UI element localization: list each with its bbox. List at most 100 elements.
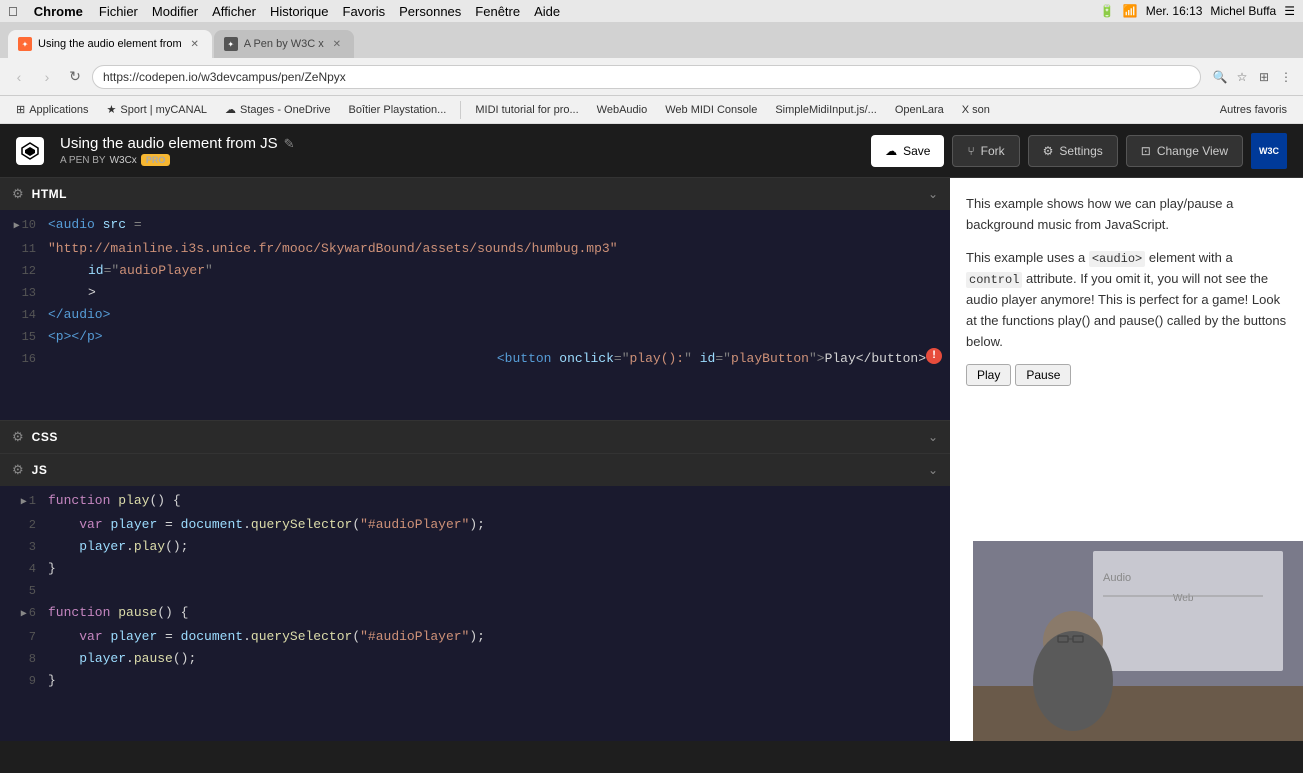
code-area: ⚙ HTML ⌄ ▶10 <audio src = 11 "http://mai… xyxy=(0,178,950,741)
menu-fichier[interactable]: Fichier xyxy=(99,4,138,19)
tab-close-inactive[interactable]: ✕ xyxy=(330,37,344,51)
bookmark-label: Sport | myCANAL xyxy=(120,104,207,116)
html-gear-icon[interactable]: ⚙ xyxy=(12,186,24,202)
bookmark-midi[interactable]: MIDI tutorial for pro... xyxy=(467,102,586,118)
line-number: ▶6 xyxy=(8,602,36,626)
bookmark-autres[interactable]: Autres favoris xyxy=(1212,102,1295,118)
bookmark-label: Web MIDI Console xyxy=(665,104,757,116)
bookmark-label: WebAudio xyxy=(597,104,648,116)
html-panel-header[interactable]: ⚙ HTML ⌄ xyxy=(0,178,950,210)
line-number: 15 xyxy=(8,326,36,348)
settings-button[interactable]: ⚙ Settings xyxy=(1028,135,1118,167)
bookmark-label: OpenLara xyxy=(895,104,944,116)
code-line-html-16: 16 <button onclick="play():" id="playBut… xyxy=(0,348,950,370)
gear-icon: ⚙ xyxy=(1043,144,1054,158)
bookmarks-bar: ⊞ Applications ★ Sport | myCANAL ☁ Stage… xyxy=(0,96,1303,124)
css-gear-icon[interactable]: ⚙ xyxy=(12,429,24,445)
bookmark-simplemidi[interactable]: SimpleMidiInput.js/... xyxy=(767,102,884,118)
change-view-button[interactable]: ⊡ Change View xyxy=(1126,135,1243,167)
svg-text:Web: Web xyxy=(1173,593,1194,604)
bookmark-applications[interactable]: ⊞ Applications xyxy=(8,101,97,118)
apple-menu[interactable]:  xyxy=(8,4,18,19)
fork-icon: ⑂ xyxy=(967,144,974,158)
bookmark-star-icon[interactable]: ☆ xyxy=(1233,68,1251,86)
back-button[interactable]: ‹ xyxy=(8,66,30,88)
extensions-icon[interactable]: ⊞ xyxy=(1255,68,1273,86)
line-number: 8 xyxy=(8,648,36,670)
js-panel-header[interactable]: ⚙ JS ⌄ xyxy=(0,454,950,486)
tab-favicon-active: ✦ xyxy=(18,37,32,51)
html-panel: ⚙ HTML ⌄ ▶10 <audio src = 11 "http://mai… xyxy=(0,178,950,421)
user-name: Michel Buffa xyxy=(1210,4,1276,18)
bookmark-webmidi[interactable]: Web MIDI Console xyxy=(657,102,765,118)
apps-icon: ⊞ xyxy=(16,103,25,116)
bookmark-openlara[interactable]: OpenLara xyxy=(887,102,952,118)
fork-button[interactable]: ⑂ Fork xyxy=(952,135,1019,167)
js-line-4: 4 } xyxy=(0,558,950,580)
preview-text-2: This example uses a <audio> element with… xyxy=(966,248,1287,353)
search-icon[interactable]: 🔍 xyxy=(1211,68,1229,86)
menu-modifier[interactable]: Modifier xyxy=(152,4,198,19)
preview-play-button[interactable]: Play xyxy=(966,364,1011,386)
line-number: 2 xyxy=(8,514,36,536)
line-number: 7 xyxy=(8,626,36,648)
preview-code-control: control xyxy=(966,272,1022,288)
js-line-5: 5 xyxy=(0,580,950,602)
tab-close-active[interactable]: ✕ xyxy=(188,37,202,51)
code-line-html-10: ▶10 <audio src = xyxy=(0,214,950,238)
js-panel: ⚙ JS ⌄ ▶1 function play() { 2 var player… xyxy=(0,454,950,741)
main-area: ⚙ HTML ⌄ ▶10 <audio src = 11 "http://mai… xyxy=(0,178,1303,741)
bookmark-boitier[interactable]: Boîtier Playstation... xyxy=(341,102,455,118)
edit-icon[interactable]: ✎ xyxy=(284,136,295,152)
html-chevron-icon[interactable]: ⌄ xyxy=(928,187,938,201)
menu-favoris[interactable]: Favoris xyxy=(343,4,386,19)
more-icon[interactable]: ⋮ xyxy=(1277,68,1295,86)
settings-label: Settings xyxy=(1059,144,1102,158)
forward-button[interactable]: › xyxy=(36,66,58,88)
html-code-content: ▶10 <audio src = 11 "http://mainline.i3s… xyxy=(0,210,950,420)
bookmark-label: X son xyxy=(962,104,990,116)
menu-aide[interactable]: Aide xyxy=(534,4,560,19)
line-number: 11 xyxy=(8,238,36,260)
preview-text-after1: element with a xyxy=(1145,250,1232,265)
codepen-logo[interactable] xyxy=(16,137,44,165)
codepen-subtitle: A PEN BY W3Cx PRO xyxy=(60,154,295,166)
js-code-content: ▶1 function play() { 2 var player = docu… xyxy=(0,486,950,741)
bookmark-sport[interactable]: ★ Sport | myCANAL xyxy=(99,101,215,118)
css-panel: ⚙ CSS ⌄ xyxy=(0,421,950,454)
js-gear-icon[interactable]: ⚙ xyxy=(12,462,24,478)
bookmark-webaudio[interactable]: WebAudio xyxy=(589,102,656,118)
js-line-9: 9 } xyxy=(0,670,950,692)
menu-items: Fichier Modifier Afficher Historique Fav… xyxy=(99,4,560,19)
js-chevron-icon[interactable]: ⌄ xyxy=(928,463,938,477)
error-indicator: ! xyxy=(926,348,942,364)
line-number: ▶1 xyxy=(8,490,36,514)
menu-afficher[interactable]: Afficher xyxy=(212,4,256,19)
code-line-html-12: 12 id="audioPlayer" xyxy=(0,260,950,282)
address-text: https://codepen.io/w3devcampus/pen/ZeNpy… xyxy=(103,70,346,84)
menu-personnes[interactable]: Personnes xyxy=(399,4,461,19)
save-button[interactable]: ☁ Save xyxy=(871,135,944,167)
refresh-button[interactable]: ↻ xyxy=(64,66,86,88)
tab-inactive[interactable]: ✦ A Pen by W3C x ✕ xyxy=(214,30,354,58)
menu-fenetre[interactable]: Fenêtre xyxy=(475,4,520,19)
bookmark-label: Autres favoris xyxy=(1220,104,1287,116)
tab-active[interactable]: ✦ Using the audio element from ✕ xyxy=(8,30,212,58)
svg-text:Audio: Audio xyxy=(1103,572,1131,584)
tab-favicon-inactive: ✦ xyxy=(224,37,238,51)
w3c-logo: W3C xyxy=(1251,133,1287,169)
pro-badge: PRO xyxy=(141,154,171,166)
preview-area: This example shows how we can play/pause… xyxy=(950,178,1303,741)
app-name[interactable]: Chrome xyxy=(34,4,83,19)
preview-pause-button[interactable]: Pause xyxy=(1015,364,1071,386)
line-number: 14 xyxy=(8,304,36,326)
address-input[interactable]: https://codepen.io/w3devcampus/pen/ZeNpy… xyxy=(92,65,1201,89)
bookmark-stages[interactable]: ☁ Stages - OneDrive xyxy=(217,101,338,118)
css-chevron-icon[interactable]: ⌄ xyxy=(928,430,938,444)
css-panel-header[interactable]: ⚙ CSS ⌄ xyxy=(0,421,950,453)
js-line-7: 7 var player = document.querySelector("#… xyxy=(0,626,950,648)
bookmark-xson[interactable]: X son xyxy=(954,102,998,118)
menu-historique[interactable]: Historique xyxy=(270,4,329,19)
codepen-title: Using the audio element from JS ✎ xyxy=(60,135,295,152)
codepen-buttons: ☁ Save ⑂ Fork ⚙ Settings ⊡ Change View W… xyxy=(871,133,1287,169)
